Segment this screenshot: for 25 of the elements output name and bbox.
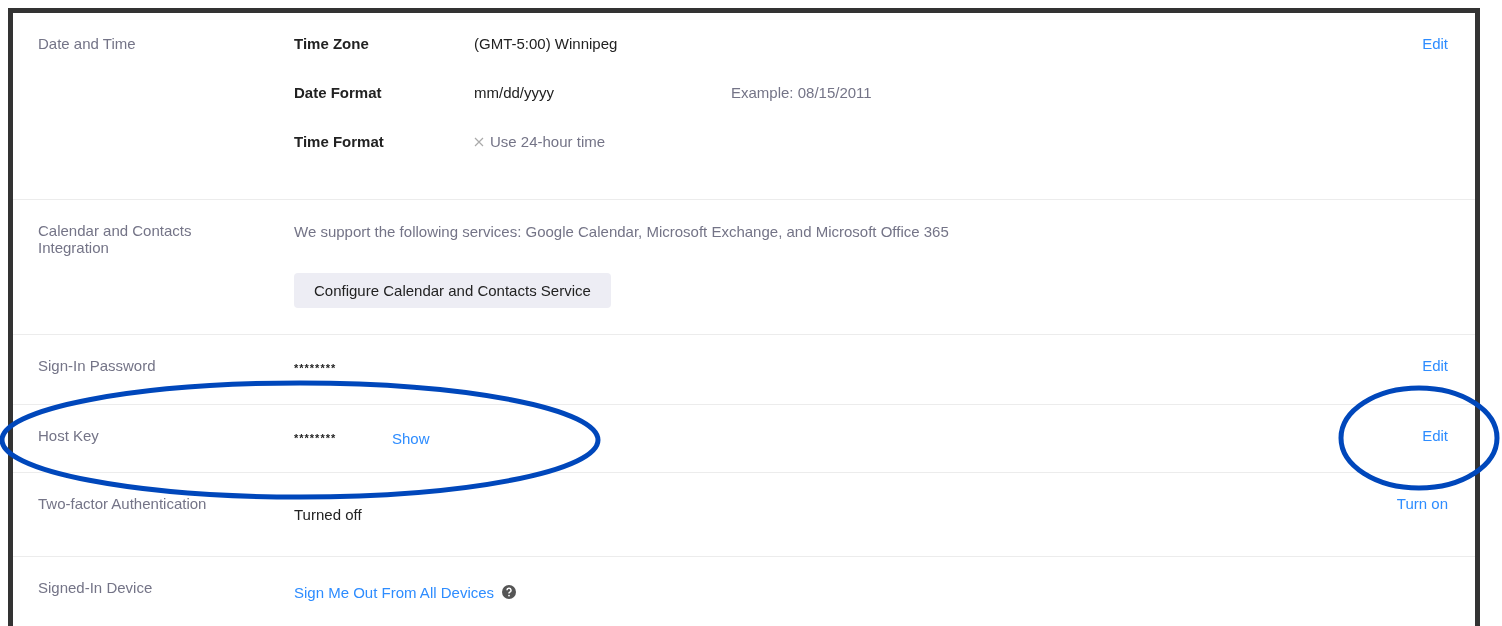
description-text: We support the following services: Google Calendar, Microsoft Exchange, and Microsoft Office 365 <box>294 223 949 240</box>
sign-out-link[interactable]: Sign Me Out From All Devices <box>294 583 495 601</box>
edit-link[interactable]: Edit <box>1422 427 1448 444</box>
example-text: Example: 08/15/2011 <box>731 84 872 101</box>
setting-label: Date and Time <box>38 35 137 54</box>
edit-link[interactable]: Edit <box>1422 35 1448 52</box>
setting-label: Two-factor Authentication <box>38 495 208 514</box>
setting-label: Calendar and Contacts Integration <box>38 222 193 258</box>
setting-label: Sign-In Password <box>38 357 157 376</box>
turn-on-link[interactable]: Turn on <box>1396 495 1448 512</box>
edit-link[interactable]: Edit <box>1422 357 1448 374</box>
setting-value: (GMT-5:00) Winnipeg <box>474 35 618 52</box>
setting-value: mm/dd/yyyy <box>474 84 555 101</box>
setting-label: Signed-In Device <box>38 579 154 598</box>
option-label: Use 24-hour time <box>490 133 606 150</box>
masked-value: ******** <box>294 432 338 444</box>
help-icon[interactable] <box>502 585 517 599</box>
setting-name: Date Format <box>294 84 383 101</box>
setting-name: Time Zone <box>294 35 370 52</box>
show-link[interactable]: Show <box>392 429 430 447</box>
status-text: Turned off <box>294 505 362 523</box>
masked-value: ******** <box>294 362 338 374</box>
setting-label: Host Key <box>38 427 100 446</box>
configure-button[interactable]: Configure Calendar and Contacts Service <box>294 273 611 308</box>
setting-name: Time Format <box>294 133 385 150</box>
